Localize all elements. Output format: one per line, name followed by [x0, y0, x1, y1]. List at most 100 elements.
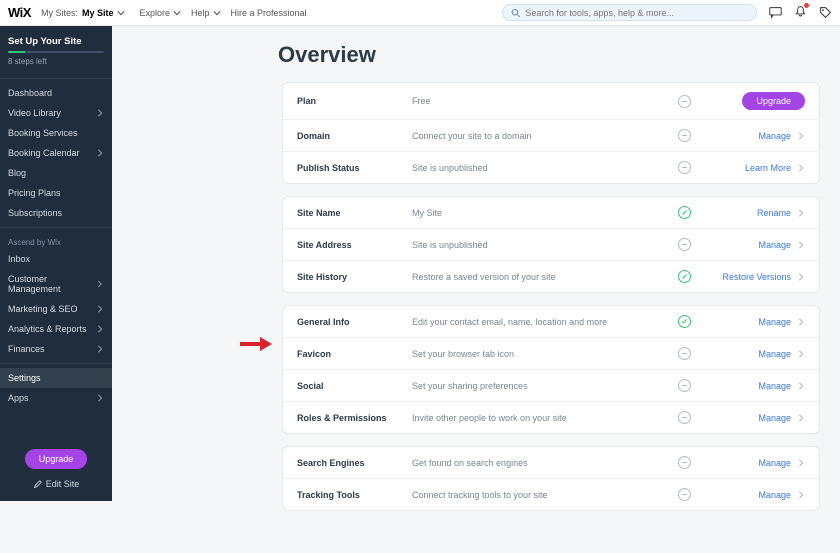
edit-site-label: Edit Site — [46, 479, 80, 489]
settings-row: FaviconSet your browser tab icon Manage — [283, 338, 819, 370]
chevron-right-icon — [96, 149, 104, 157]
chevron-right-icon — [96, 325, 104, 333]
row-status — [673, 411, 695, 424]
search-box[interactable] — [502, 4, 757, 21]
row-value: Connect your site to a domain — [412, 131, 673, 141]
explore-menu[interactable]: Explore — [139, 8, 181, 18]
sidebar-divider — [0, 227, 112, 228]
topbar-icons — [769, 5, 832, 21]
row-label: Domain — [297, 131, 412, 141]
sidebar-item[interactable]: Analytics & Reports — [0, 319, 112, 339]
sidebar-item[interactable]: Apps — [0, 388, 112, 408]
row-status — [673, 161, 695, 174]
row-label: Favicon — [297, 349, 412, 359]
chevron-right-icon — [797, 382, 805, 390]
chevron-right-icon — [797, 273, 805, 281]
settings-row: PlanFreeUpgrade — [283, 83, 819, 120]
notifications-button[interactable] — [794, 5, 807, 21]
row-action: Restore Versions — [695, 272, 805, 282]
row-value: Invite other people to work on your site — [412, 413, 673, 423]
sidebar-item[interactable]: Inbox — [0, 249, 112, 269]
ascend-heading: Ascend by Wix — [0, 232, 112, 249]
setup-progress[interactable]: Set Up Your Site 8 steps left — [0, 26, 112, 74]
upgrade-pill-button[interactable]: Upgrade — [742, 92, 805, 110]
main-content: Overview PlanFreeUpgradeDomainConnect yo… — [112, 26, 840, 553]
row-label: Site History — [297, 272, 412, 282]
chevron-right-icon — [797, 241, 805, 249]
row-value: Site is unpublished — [412, 240, 673, 250]
sidebar-item-label: Blog — [8, 168, 26, 178]
chevron-right-icon — [797, 350, 805, 358]
chevron-right-icon — [96, 305, 104, 313]
tag-icon[interactable] — [819, 6, 832, 19]
row-status — [673, 129, 695, 142]
settings-row: Tracking ToolsConnect tracking tools to … — [283, 479, 819, 510]
row-action: Manage — [695, 317, 805, 327]
row-value: Set your browser tab icon — [412, 349, 673, 359]
sidebar: Set Up Your Site 8 steps left Dashboard V… — [0, 26, 112, 501]
help-menu[interactable]: Help — [191, 8, 221, 18]
sidebar-item-label: Video Library — [8, 108, 61, 118]
row-action-link[interactable]: Manage — [758, 413, 791, 423]
status-dash-icon — [678, 129, 691, 142]
row-action-link[interactable]: Manage — [758, 458, 791, 468]
sidebar-item[interactable]: Pricing Plans — [0, 183, 112, 203]
sidebar-item[interactable]: Subscriptions — [0, 203, 112, 223]
settings-row: Site AddressSite is unpublishedManage — [283, 229, 819, 261]
settings-row: Site HistoryRestore a saved version of y… — [283, 261, 819, 292]
row-action-link[interactable]: Learn More — [745, 163, 791, 173]
row-action: Upgrade — [695, 92, 805, 110]
sidebar-item[interactable]: Customer Management — [0, 269, 112, 299]
row-action-link[interactable]: Manage — [758, 349, 791, 359]
settings-row: Search EnginesGet found on search engine… — [283, 447, 819, 479]
row-action-link[interactable]: Restore Versions — [722, 272, 791, 282]
row-value: Edit your contact email, name, location … — [412, 317, 673, 327]
row-value: Free — [412, 96, 673, 106]
status-dash-icon — [678, 488, 691, 501]
setup-title: Set Up Your Site — [8, 36, 104, 47]
site-picker-prefix: My Sites: — [41, 8, 78, 18]
row-value: Site is unpublished — [412, 163, 673, 173]
chevron-right-icon — [797, 459, 805, 467]
settings-row: SocialSet your sharing preferencesManage — [283, 370, 819, 402]
chevron-right-icon — [96, 394, 104, 402]
row-status — [673, 456, 695, 469]
sidebar-item[interactable]: Finances — [0, 339, 112, 359]
row-action-link[interactable]: Manage — [758, 131, 791, 141]
status-check-icon — [678, 206, 691, 219]
sidebar-item[interactable]: Video Library — [0, 103, 112, 123]
status-dash-icon — [678, 161, 691, 174]
site-picker[interactable]: My Sites: My Site — [41, 8, 126, 18]
row-value: Get found on search engines — [412, 458, 673, 468]
row-action: Manage — [695, 490, 805, 500]
row-status — [673, 315, 695, 328]
row-label: General Info — [297, 317, 412, 327]
chat-icon[interactable] — [769, 6, 782, 19]
sidebar-item[interactable]: Booking Services — [0, 123, 112, 143]
search-input[interactable] — [525, 8, 748, 18]
sidebar-item[interactable]: Settings — [0, 368, 112, 388]
row-action-link[interactable]: Manage — [758, 317, 791, 327]
sidebar-item[interactable]: Booking Calendar — [0, 143, 112, 163]
settings-card: General InfoEdit your contact email, nam… — [282, 305, 820, 434]
setup-steps-left: 8 steps left — [8, 57, 104, 66]
row-value: Connect tracking tools to your site — [412, 490, 673, 500]
row-action-link[interactable]: Manage — [758, 490, 791, 500]
settings-row: Publish StatusSite is unpublishedLearn M… — [283, 152, 819, 183]
chevron-right-icon — [797, 491, 805, 499]
row-label: Search Engines — [297, 458, 412, 468]
edit-site-link[interactable]: Edit Site — [33, 479, 80, 489]
upgrade-button[interactable]: Upgrade — [25, 449, 88, 469]
row-action-link[interactable]: Rename — [757, 208, 791, 218]
sidebar-item-label: Customer Management — [8, 274, 96, 294]
row-action: Manage — [695, 131, 805, 141]
row-action-link[interactable]: Manage — [758, 240, 791, 250]
sidebar-divider — [0, 363, 112, 364]
sidebar-item[interactable]: Blog — [0, 163, 112, 183]
sidebar-item[interactable]: Marketing & SEO — [0, 299, 112, 319]
sidebar-item-label: Subscriptions — [8, 208, 62, 218]
hire-pro-link[interactable]: Hire a Professional — [231, 8, 307, 18]
sidebar-item[interactable]: Dashboard — [0, 83, 112, 103]
row-action-link[interactable]: Manage — [758, 381, 791, 391]
pencil-icon — [33, 480, 42, 489]
